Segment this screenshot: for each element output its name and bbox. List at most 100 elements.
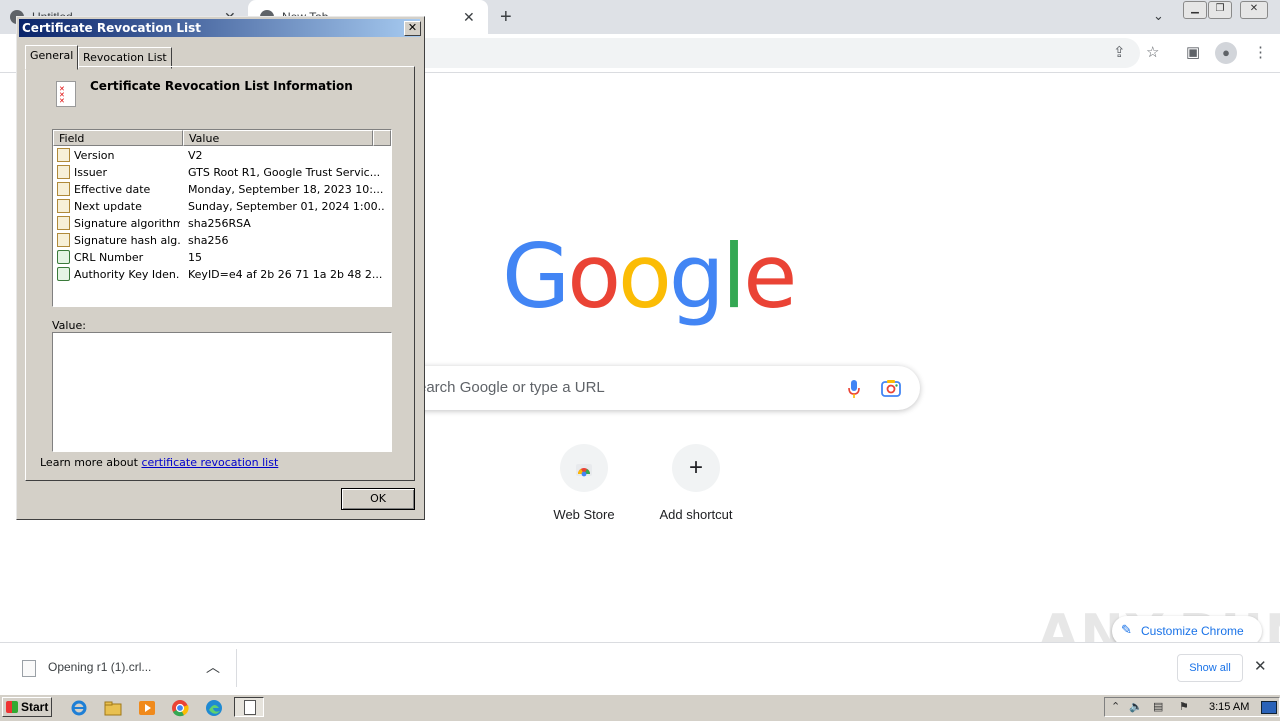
- row-value: Sunday, September 01, 2024 1:00...: [188, 200, 384, 213]
- shortcut-add[interactable]: + Add shortcut: [646, 444, 746, 522]
- start-label: Start: [21, 700, 49, 714]
- logo-letter: o: [618, 225, 672, 328]
- shortcut-web-store[interactable]: Web Store: [534, 444, 634, 522]
- row-field: CRL Number: [74, 251, 144, 264]
- volume-icon[interactable]: 🔈: [1129, 700, 1143, 713]
- table-row[interactable]: CRL Number 15: [53, 249, 391, 266]
- document-field-icon: [57, 182, 70, 196]
- document-field-icon: [57, 165, 70, 179]
- table-row[interactable]: Version V2: [53, 147, 391, 164]
- search-placeholder: earch Google or type a URL: [418, 379, 605, 396]
- row-field: Issuer: [74, 166, 107, 179]
- row-field: Effective date: [74, 183, 151, 196]
- customize-label: Customize Chrome: [1141, 624, 1244, 638]
- edge-icon[interactable]: [205, 699, 223, 717]
- action-center-flag-icon[interactable]: ⚑: [1179, 700, 1189, 713]
- close-window-icon[interactable]: ✕: [1240, 1, 1268, 19]
- column-value[interactable]: Value: [183, 130, 373, 146]
- bookmark-star-icon[interactable]: ☆: [1146, 43, 1159, 61]
- chrome-icon[interactable]: [171, 699, 189, 717]
- menu-kebab-icon[interactable]: ⋮: [1253, 43, 1268, 61]
- start-button[interactable]: Start: [2, 697, 52, 717]
- table-row[interactable]: Effective date Monday, September 18, 2023…: [53, 181, 391, 198]
- show-desktop-icon[interactable]: [1261, 701, 1277, 714]
- google-lens-icon[interactable]: [881, 379, 901, 397]
- chevron-up-icon[interactable]: ︿: [206, 657, 220, 677]
- windows-flag-icon: [6, 701, 18, 713]
- row-field: Authority Key Iden...: [74, 268, 180, 281]
- show-all-button[interactable]: Show all: [1177, 654, 1243, 682]
- shortcut-label: Web Store: [553, 507, 615, 522]
- document-field-icon: [57, 216, 70, 230]
- table-row[interactable]: Issuer GTS Root R1, Google Trust Servic..…: [53, 164, 391, 181]
- extension-field-icon: [57, 267, 70, 281]
- row-field: Next update: [74, 200, 142, 213]
- minimize-window-icon[interactable]: ▁: [1183, 1, 1207, 19]
- column-field[interactable]: Field: [53, 130, 183, 146]
- logo-letter: G: [502, 225, 570, 328]
- ntp-search-box[interactable]: earch Google or type a URL: [358, 366, 920, 410]
- general-panel: ✕ ✕ ✕ Certificate Revocation List Informat…: [25, 66, 415, 481]
- tab-search-chevron-icon[interactable]: ⌄: [1153, 8, 1164, 24]
- row-field: Signature hash alg...: [74, 234, 180, 247]
- shortcut-label: Add shortcut: [659, 507, 733, 522]
- profile-avatar-icon[interactable]: ●: [1215, 42, 1237, 64]
- google-logo: Google: [502, 222, 797, 332]
- crl-dialog: Certificate Revocation List ✕ General Re…: [16, 16, 425, 520]
- value-label: Value:: [52, 319, 86, 332]
- restore-window-icon[interactable]: ❐: [1208, 1, 1232, 19]
- table-row[interactable]: Next update Sunday, September 01, 2024 1:…: [53, 198, 391, 215]
- document-field-icon: [57, 199, 70, 213]
- internet-explorer-icon[interactable]: [70, 699, 88, 717]
- value-textbox[interactable]: [52, 332, 392, 452]
- download-item-label[interactable]: Opening r1 (1).crl...: [48, 660, 151, 674]
- file-explorer-icon[interactable]: [104, 699, 122, 717]
- document-field-icon: [57, 148, 70, 162]
- logo-letter: g: [668, 225, 725, 328]
- dialog-close-icon[interactable]: ✕: [404, 21, 421, 36]
- tab-general[interactable]: General: [25, 45, 79, 70]
- learn-more-text: Learn more about certificate revocation …: [40, 456, 278, 469]
- system-tray: ⌃ 🔈 ▤ ⚑ 3:15 AM: [1104, 697, 1280, 717]
- table-row[interactable]: Signature algorithm sha256RSA: [53, 215, 391, 232]
- row-value: KeyID=e4 af 2b 26 71 1a 2b 48 2...: [188, 268, 383, 281]
- learn-more-link[interactable]: certificate revocation list: [141, 456, 278, 469]
- tray-chevron-up-icon[interactable]: ⌃: [1111, 700, 1120, 713]
- dialog-title-bar[interactable]: Certificate Revocation List ✕: [19, 19, 421, 37]
- taskbar: Start ⌃ 🔈 ▤ ⚑ 3:15 AM: [0, 694, 1280, 721]
- side-panel-icon[interactable]: ▣: [1186, 43, 1200, 61]
- network-icon[interactable]: ▤: [1153, 700, 1163, 713]
- dialog-title: Certificate Revocation List: [22, 21, 201, 35]
- row-value: sha256: [188, 234, 229, 247]
- row-value: Monday, September 18, 2023 10:...: [188, 183, 384, 196]
- share-icon[interactable]: ⇪: [1113, 43, 1126, 61]
- learn-more-prefix: Learn more about: [40, 456, 142, 469]
- field-list[interactable]: Field Value Version V2 Issuer GTS Root R1, …: [52, 129, 392, 307]
- row-field: Version: [74, 149, 115, 162]
- close-shelf-icon[interactable]: ✕: [1254, 657, 1267, 675]
- certificate-viewer-taskbar-button[interactable]: [234, 697, 264, 717]
- ok-button[interactable]: OK: [341, 488, 415, 510]
- new-tab-plus-icon[interactable]: +: [500, 6, 512, 29]
- divider: [236, 649, 237, 687]
- clock[interactable]: 3:15 AM: [1209, 701, 1249, 713]
- document-icon: [244, 700, 256, 715]
- row-field: Signature algorithm: [74, 217, 180, 230]
- tab-close-icon[interactable]: ✕: [463, 9, 475, 26]
- pencil-icon: ✎: [1121, 622, 1132, 637]
- info-title: Certificate Revocation List Information: [90, 79, 353, 93]
- list-header: Field Value: [53, 130, 391, 146]
- logo-letter: l: [721, 225, 747, 328]
- table-row[interactable]: Signature hash alg... sha256: [53, 232, 391, 249]
- row-value: 15: [188, 251, 202, 264]
- chrome-web-store-icon: [560, 444, 608, 492]
- crl-document-icon: ✕ ✕ ✕: [56, 81, 76, 107]
- document-field-icon: [57, 233, 70, 247]
- address-bar[interactable]: [400, 38, 1140, 68]
- download-shelf: Opening r1 (1).crl... ︿ Show all ✕: [0, 642, 1280, 693]
- media-player-icon[interactable]: [138, 699, 156, 717]
- logo-letter: e: [743, 225, 797, 328]
- microphone-icon[interactable]: [848, 380, 860, 398]
- extension-field-icon: [57, 250, 70, 264]
- table-row[interactable]: Authority Key Iden... KeyID=e4 af 2b 26 7…: [53, 266, 391, 283]
